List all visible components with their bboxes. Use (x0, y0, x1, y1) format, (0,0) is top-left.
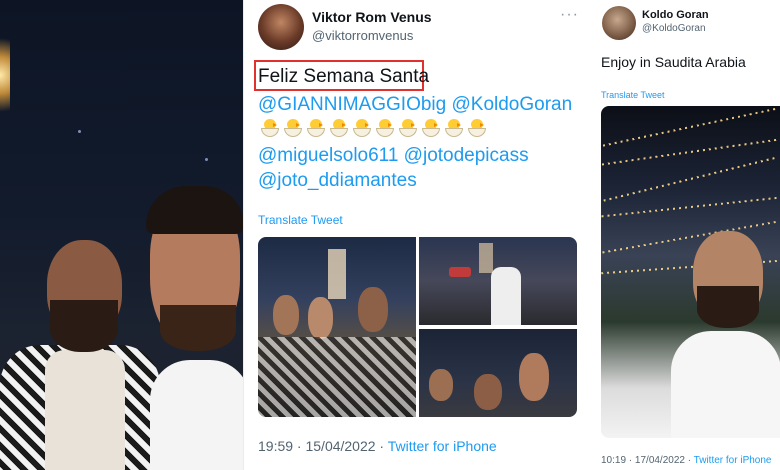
translate-link[interactable]: Translate Tweet (258, 213, 343, 227)
tweet-text: Enjoy in Saudita Arabia (601, 54, 746, 70)
more-icon[interactable]: ··· (560, 6, 579, 24)
author-handle[interactable]: @viktorromvenus (312, 28, 413, 43)
hatching-chick-emoji (467, 119, 487, 137)
source-link[interactable]: Twitter for iPhone (388, 438, 497, 454)
author-avatar[interactable] (258, 4, 304, 50)
hatching-chick-emoji (444, 119, 464, 137)
hatching-chick-emoji (260, 119, 280, 137)
source-link[interactable]: Twitter for iPhone (694, 455, 772, 466)
hatching-chick-emoji (306, 119, 326, 137)
tweet-viktor: Viktor Rom Venus @viktorromvenus ··· Fel… (243, 0, 587, 470)
star (205, 158, 208, 161)
translate-link[interactable]: Translate Tweet (601, 90, 665, 100)
timestamp[interactable]: 10:19 · 17/04/2022 · (601, 455, 694, 466)
mentions-line-3[interactable]: @joto_ddiamantes (258, 168, 417, 193)
media-photo-3[interactable] (419, 329, 577, 417)
author-name[interactable]: Koldo Goran (642, 9, 709, 21)
mentions-line-2[interactable]: @miguelsolo611 @jotodepicass (258, 143, 529, 168)
hatching-chick-emoji (398, 119, 418, 137)
tweet-koldo: Koldo Goran @KoldoGoran Enjoy in Saudita… (586, 0, 780, 470)
lamp-glow (0, 30, 10, 120)
tweet-meta: 19:59 · 15/04/2022 · Twitter for iPhone (258, 438, 497, 454)
media-photo-1[interactable] (258, 237, 416, 417)
author-handle[interactable]: @KoldoGoran (642, 23, 706, 34)
mentions-line-1[interactable]: @GIANNIMAGGIObig @KoldoGoran (258, 92, 572, 117)
star (78, 130, 81, 133)
hatching-chick-emoji (421, 119, 441, 137)
author-avatar[interactable] (602, 6, 636, 40)
left-photo (0, 0, 243, 470)
tweet-meta: 10:19 · 17/04/2022 · Twitter for iPhone (601, 455, 771, 466)
author-name[interactable]: Viktor Rom Venus (312, 9, 432, 25)
tweet-text: Feliz Semana Santa (258, 66, 430, 87)
hatching-chick-emoji (283, 119, 303, 137)
timestamp[interactable]: 19:59 · 15/04/2022 · (258, 438, 388, 454)
emoji-row (260, 119, 487, 137)
hatching-chick-emoji (375, 119, 395, 137)
media-photo-2[interactable] (419, 237, 577, 325)
hatching-chick-emoji (352, 119, 372, 137)
media-photo[interactable] (601, 106, 780, 438)
hatching-chick-emoji (329, 119, 349, 137)
